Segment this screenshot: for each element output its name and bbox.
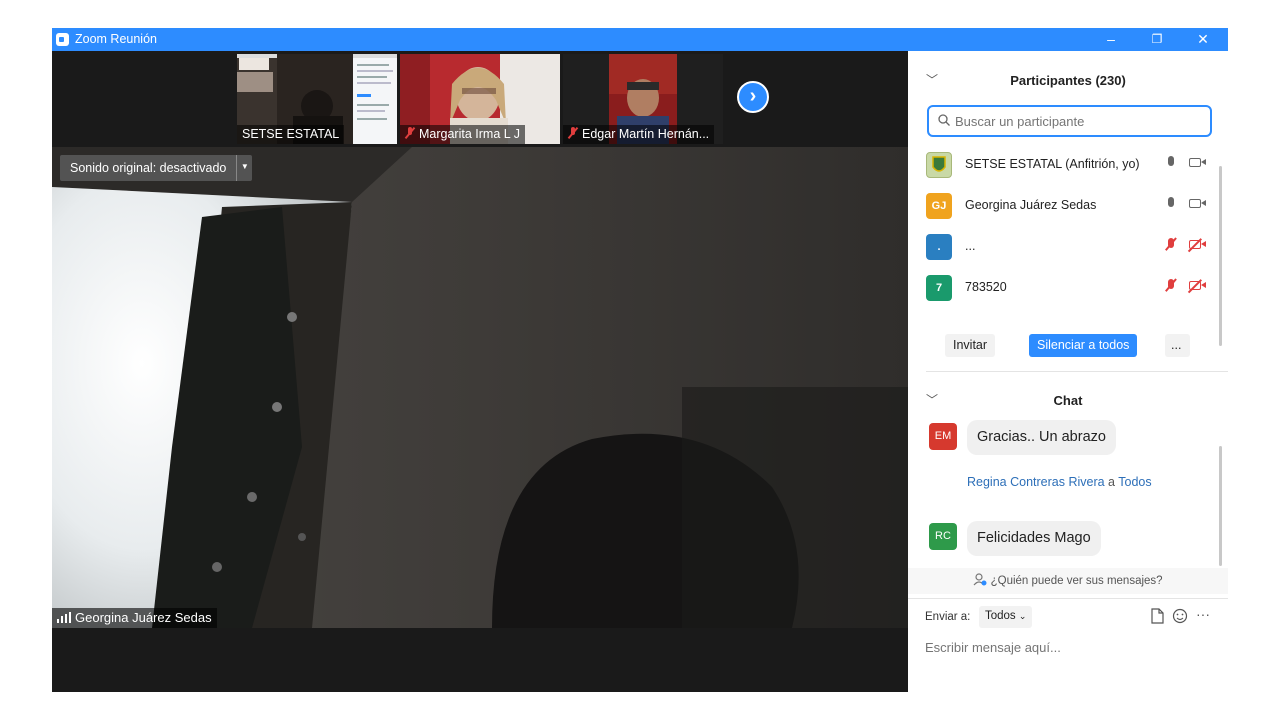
microphone-muted-icon[interactable]: [1167, 279, 1175, 291]
chevron-down-icon[interactable]: ▼: [236, 155, 252, 181]
signal-strength-icon: [57, 612, 71, 623]
participant-name: SETSE ESTATAL (Anfitrión, yo): [965, 157, 1140, 171]
message-sender: Regina Contreras Rivera a Todos: [967, 475, 1152, 489]
zoom-app-icon: [56, 33, 69, 46]
video-off-icon[interactable]: [1189, 281, 1206, 290]
search-input[interactable]: [955, 112, 1195, 130]
side-panel: ﹀ Participantes (230) SETSE ESTATAL (Anf…: [908, 51, 1228, 692]
logo-avatar: [932, 156, 946, 172]
participant-status: [1163, 197, 1213, 213]
speaker-video-frame: [52, 147, 908, 628]
video-camera-icon[interactable]: [1189, 199, 1206, 208]
video-thumbnail[interactable]: Edgar Martín Hernán...: [563, 54, 723, 144]
participants-header: ﹀ Participantes (230): [908, 65, 1228, 95]
avatar: .: [926, 234, 952, 260]
microphone-icon[interactable]: [1167, 156, 1175, 168]
file-icon[interactable]: [1150, 608, 1164, 624]
section-divider: [908, 598, 1228, 599]
avatar: [926, 152, 952, 178]
participant-scrollbar[interactable]: [1219, 166, 1222, 346]
mute-all-button[interactable]: Silenciar a todos: [1029, 334, 1138, 357]
message-visibility-info[interactable]: ¿Quién puede ver sus mensajes?: [908, 568, 1228, 594]
original-sound-label: Sonido original: desactivado: [70, 161, 227, 175]
video-camera-icon[interactable]: [1189, 158, 1206, 167]
avatar: 7: [926, 275, 952, 301]
close-button[interactable]: ✕: [1180, 28, 1226, 51]
participant-row[interactable]: 7 783520: [908, 267, 1218, 308]
chat-message: EM Gracias.. Un abrazo: [908, 419, 1218, 469]
mic-muted-icon: [568, 127, 578, 139]
chat-tools: ···: [1148, 606, 1214, 625]
participant-status: [1163, 156, 1213, 172]
participant-list: SETSE ESTATAL (Anfitrión, yo) GJ Georgin…: [908, 144, 1228, 316]
section-divider: [926, 371, 1228, 372]
participants-title: Participantes (230): [1010, 73, 1126, 88]
recipient-select[interactable]: Todos ⌄: [979, 606, 1033, 628]
send-to-label: Enviar a:: [925, 611, 971, 623]
avatar: GJ: [926, 193, 952, 219]
search-icon: [938, 114, 950, 126]
chat-message-input[interactable]: [925, 637, 1215, 657]
thumbnail-name: Edgar Martín Hernán...: [563, 125, 715, 144]
participant-row[interactable]: GJ Georgina Juárez Sedas: [908, 185, 1218, 226]
zoom-window: Zoom Reunión – ❐ ✕ SETSE ESTATAL Margari…: [52, 28, 1228, 692]
chat-scrollbar[interactable]: [1219, 446, 1222, 566]
title-bar: Zoom Reunión – ❐ ✕: [52, 28, 1228, 51]
mic-muted-icon: [405, 127, 415, 139]
thumbnail-name: Margarita Irma L J: [400, 125, 525, 144]
video-thumbnail[interactable]: Margarita Irma L J: [400, 54, 560, 144]
next-page-button[interactable]: ›: [737, 81, 769, 113]
microphone-muted-icon[interactable]: [1167, 238, 1175, 250]
video-stage: SETSE ESTATAL Margarita Irma L J Edgar M…: [52, 51, 908, 692]
chat-title: Chat: [1053, 393, 1083, 408]
person-info-icon: [973, 573, 987, 586]
original-sound-button[interactable]: Sonido original: desactivado ▼: [60, 155, 253, 181]
participant-name: Georgina Juárez Sedas: [965, 198, 1097, 212]
chevron-down-icon: ⌄: [1018, 611, 1027, 621]
participant-row[interactable]: [908, 308, 1218, 316]
participant-row[interactable]: SETSE ESTATAL (Anfitrión, yo): [908, 144, 1218, 185]
message-text: Gracias.. Un abrazo: [967, 420, 1116, 455]
participant-name: 783520: [965, 280, 1007, 294]
restore-button[interactable]: ❐: [1134, 28, 1180, 51]
chat-message: Regina Contreras Rivera a Todos RC Felic…: [908, 473, 1218, 556]
emoji-icon[interactable]: [1172, 608, 1188, 624]
more-options-button[interactable]: ...: [1165, 334, 1190, 357]
message-text: Felicidades Mago: [967, 521, 1101, 556]
speaker-name-label: Georgina Juárez Sedas: [52, 608, 217, 628]
participant-status: [1163, 238, 1213, 254]
participant-row[interactable]: . ...: [908, 226, 1218, 267]
active-speaker-video: Sonido original: desactivado ▼ Georgina …: [52, 147, 908, 628]
chat-header: ﹀ Chat: [908, 385, 1228, 415]
avatar: RC: [929, 523, 957, 550]
video-thumbnail[interactable]: SETSE ESTATAL: [237, 54, 397, 144]
avatar: EM: [929, 423, 957, 450]
participant-search[interactable]: [927, 105, 1212, 137]
participant-name: ...: [965, 239, 976, 253]
participant-status: [1163, 279, 1213, 295]
thumbnail-name: SETSE ESTATAL: [237, 125, 345, 144]
window-title: Zoom Reunión: [75, 32, 157, 46]
video-off-icon[interactable]: [1189, 240, 1206, 249]
more-icon[interactable]: ···: [1196, 606, 1210, 622]
minimize-button[interactable]: –: [1088, 28, 1134, 51]
thumbnail-strip: SETSE ESTATAL Margarita Irma L J Edgar M…: [52, 51, 908, 147]
microphone-icon[interactable]: [1167, 197, 1175, 209]
invite-button[interactable]: Invitar: [945, 334, 996, 357]
